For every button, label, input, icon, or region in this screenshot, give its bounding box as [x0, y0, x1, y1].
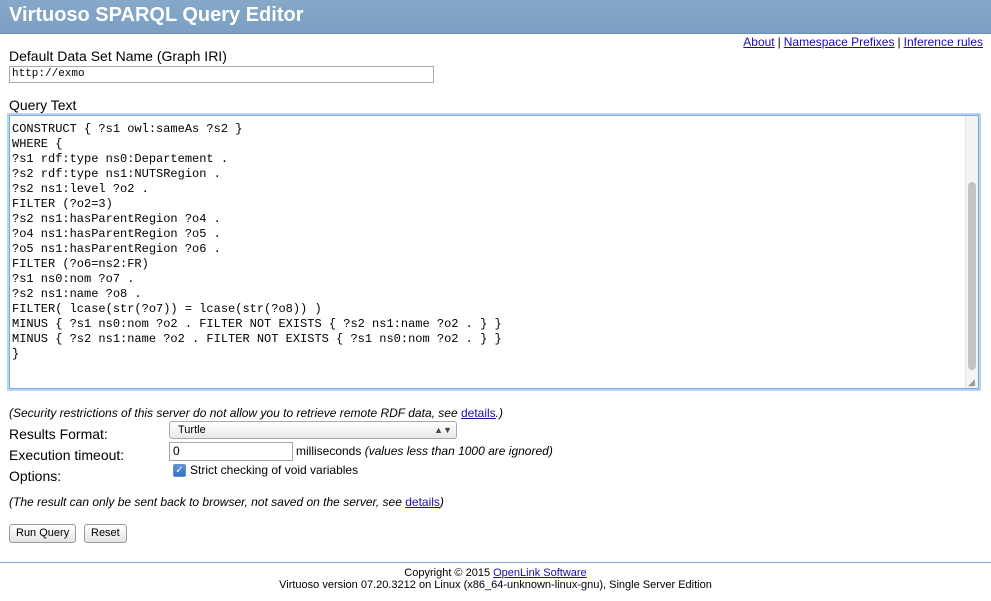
strict-checking-checkbox[interactable]: ✓ [173, 464, 186, 477]
strict-checking-label[interactable]: Strict checking of void variables [190, 463, 358, 477]
graph-iri-label: Default Data Set Name (Graph IRI) [9, 48, 227, 64]
security-details-link[interactable]: details [461, 406, 496, 420]
timeout-unit-text: milliseconds (values less than 1000 are … [296, 444, 553, 458]
scrollbar-thumb[interactable] [968, 182, 976, 370]
execution-timeout-label: Execution timeout: [9, 447, 125, 463]
query-text-content[interactable]: CONSTRUCT { ?s1 owl:sameAs ?s2 } WHERE {… [12, 116, 962, 362]
results-format-select[interactable]: Turtle ▲▼ [169, 421, 457, 439]
select-arrows-icon: ▲▼ [434, 425, 452, 435]
security-note: (Security restrictions of this server do… [9, 406, 503, 420]
run-query-button[interactable]: Run Query [9, 524, 77, 543]
result-note: (The result can only be sent back to bro… [9, 495, 444, 509]
graph-iri-input[interactable]: http://exmo [9, 66, 434, 83]
footer-divider [0, 562, 991, 563]
results-format-value: Turtle [178, 424, 206, 436]
checkmark-icon: ✓ [175, 465, 184, 476]
namespace-prefixes-link[interactable]: Namespace Prefixes [784, 35, 895, 49]
top-links: About | Namespace Prefixes | Inference rules [743, 35, 983, 49]
query-text-label: Query Text [9, 97, 77, 113]
query-textarea[interactable]: CONSTRUCT { ?s1 owl:sameAs ?s2 } WHERE {… [9, 115, 979, 389]
footer-copyright: Copyright © 2015 OpenLink Software [404, 567, 587, 579]
footer-version: Virtuoso version 07.20.3212 on Linux (x8… [279, 579, 712, 591]
options-label: Options: [9, 468, 62, 484]
link-separator: | [897, 35, 901, 49]
page-title: Virtuoso SPARQL Query Editor [9, 4, 304, 26]
reset-button[interactable]: Reset [84, 524, 127, 543]
timeout-input[interactable]: 0 [169, 442, 293, 461]
results-format-label: Results Format: [9, 426, 108, 442]
query-scrollbar[interactable] [965, 116, 978, 388]
resize-grip-icon[interactable]: ◢ [968, 378, 977, 387]
about-link[interactable]: About [743, 35, 774, 49]
link-separator: | [777, 35, 781, 49]
inference-rules-link[interactable]: Inference rules [904, 35, 983, 49]
result-details-link[interactable]: details [405, 495, 440, 509]
openlink-software-link[interactable]: OpenLink Software [493, 567, 587, 579]
app-header: Virtuoso SPARQL Query Editor [0, 0, 991, 34]
